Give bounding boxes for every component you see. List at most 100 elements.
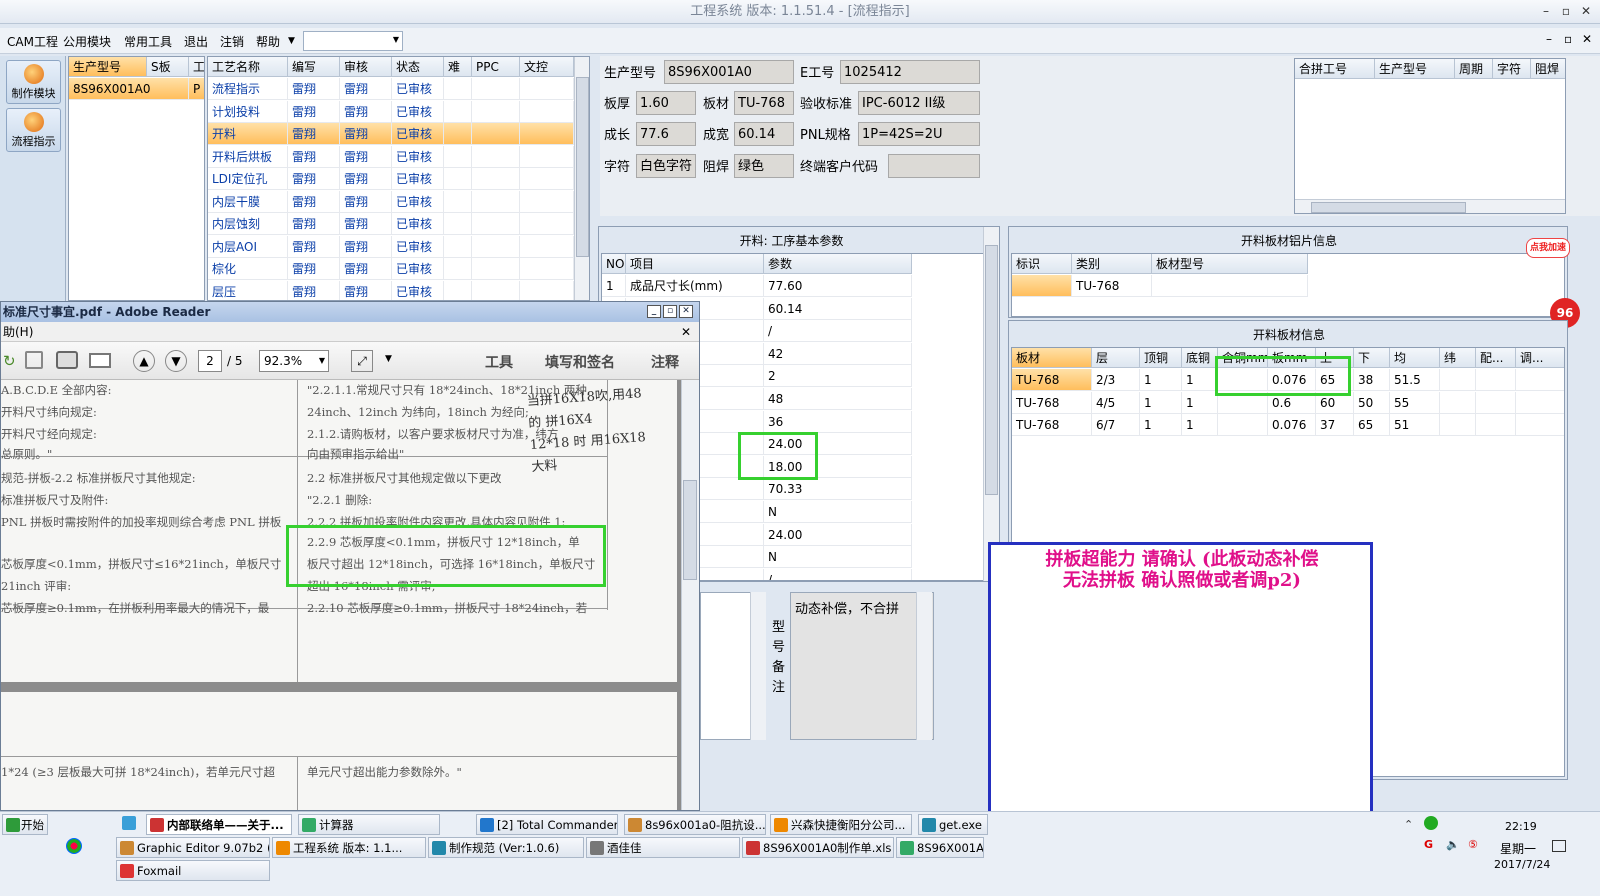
process-cell[interactable]: [444, 123, 472, 145]
col-header[interactable]: 调...: [1516, 348, 1564, 368]
col-header[interactable]: 项目: [626, 254, 764, 274]
process-cell[interactable]: 雷翔: [340, 190, 392, 213]
mail-icon[interactable]: [89, 353, 111, 368]
make-module-button[interactable]: 制作模块: [6, 60, 61, 104]
process-cell[interactable]: [444, 78, 472, 100]
mdi-minimize-button[interactable]: –: [1546, 32, 1552, 46]
pnl-field[interactable]: 1P=42S=2U: [858, 122, 980, 146]
fit-page-icon[interactable]: ⤢: [351, 350, 373, 372]
process-cell[interactable]: [472, 78, 520, 100]
mat-cell[interactable]: 1: [1182, 414, 1218, 437]
mat-cell[interactable]: TU-768: [1012, 414, 1092, 437]
clock-time[interactable]: 22:19: [1505, 820, 1537, 833]
process-cell[interactable]: [520, 168, 574, 190]
process-cell[interactable]: 已审核: [392, 213, 444, 235]
param-cell[interactable]: 77.60: [764, 275, 912, 297]
process-cell[interactable]: [520, 280, 574, 300]
col-header[interactable]: 类别: [1072, 254, 1152, 274]
taskbar-button[interactable]: 兴森快捷衡阳分公司...: [770, 814, 912, 835]
process-cell[interactable]: 开料后烘板: [208, 145, 288, 168]
process-cell[interactable]: [444, 190, 472, 213]
sheet-cell[interactable]: [1012, 275, 1072, 297]
process-cell[interactable]: 雷翔: [340, 100, 392, 123]
mat-cell[interactable]: 6/7: [1092, 414, 1140, 437]
process-cell[interactable]: 雷翔: [288, 100, 340, 123]
process-cell[interactable]: 雷翔: [340, 235, 392, 258]
process-cell[interactable]: [520, 145, 574, 168]
process-cell[interactable]: 雷翔: [288, 168, 340, 190]
mat-cell[interactable]: 2/3: [1092, 369, 1140, 391]
mdi-restore-button[interactable]: ▫: [1564, 32, 1572, 46]
param-cell[interactable]: 2: [764, 365, 912, 388]
col-header[interactable]: 文控: [520, 57, 574, 77]
clock-date[interactable]: 2017/7/24: [1494, 858, 1550, 871]
mat-cell[interactable]: 1: [1140, 391, 1182, 414]
menu-cam[interactable]: CAM工程: [7, 33, 58, 50]
process-cell[interactable]: [444, 168, 472, 190]
sign-button[interactable]: 填写和签名: [545, 352, 615, 372]
process-cell[interactable]: [472, 235, 520, 258]
col-header[interactable]: 标识: [1012, 254, 1072, 274]
mat-cell[interactable]: [1218, 414, 1268, 437]
mat-cell[interactable]: 1: [1182, 369, 1218, 391]
col-header[interactable]: 工艺名称: [208, 57, 288, 77]
mdi-close-button[interactable]: ✕: [1582, 32, 1592, 46]
process-cell[interactable]: 雷翔: [288, 258, 340, 280]
process-cell[interactable]: [444, 100, 472, 123]
col-header[interactable]: 层: [1092, 348, 1140, 368]
col-header[interactable]: 板材: [1012, 348, 1092, 368]
mat-cell[interactable]: [1476, 391, 1516, 414]
taskbar-button[interactable]: 8S96X001A0制作单.xls ...: [742, 837, 894, 858]
param-cell[interactable]: /: [764, 320, 912, 343]
param-cell[interactable]: 1: [602, 275, 626, 297]
maximize-button[interactable]: ▫: [1558, 4, 1574, 18]
quicklaunch-icon[interactable]: [122, 816, 136, 830]
prev-page-icon[interactable]: ▲: [133, 350, 155, 372]
process-cell[interactable]: 雷翔: [340, 258, 392, 280]
process-cell[interactable]: [444, 235, 472, 258]
pdf-doc-close-icon[interactable]: ✕: [681, 322, 691, 342]
page-input[interactable]: 2: [198, 350, 222, 372]
app-icon[interactable]: [66, 838, 82, 854]
col-header[interactable]: 板材型号: [1152, 254, 1308, 274]
param-cell[interactable]: 48: [764, 388, 912, 410]
process-cell[interactable]: 已审核: [392, 235, 444, 258]
mat-cell[interactable]: TU-768: [1012, 391, 1092, 414]
tray-expand-icon[interactable]: ⌃: [1404, 818, 1413, 831]
pdf-maximize-button[interactable]: ▫: [663, 305, 677, 318]
process-cell[interactable]: [472, 280, 520, 300]
tray-g-icon[interactable]: G: [1424, 838, 1433, 851]
col-header[interactable]: 阻焊: [1531, 59, 1565, 79]
pdf-viewport[interactable]: A.B.C.D.E 全部内容: 开料尺寸纬向规定: 开料尺寸经向规定: 总原则。…: [1, 380, 681, 810]
process-cell[interactable]: [444, 258, 472, 280]
taskbar-button[interactable]: 制作规范 (Ver:1.0.6): [428, 837, 584, 858]
scroll-thumb[interactable]: [576, 77, 589, 257]
process-cell[interactable]: [520, 235, 574, 258]
mat-cell[interactable]: [1440, 391, 1476, 414]
pdf-menu-help[interactable]: 助(H): [3, 322, 33, 342]
param-cell[interactable]: N: [764, 501, 912, 523]
mat-field[interactable]: TU-768: [734, 91, 794, 115]
process-cell[interactable]: 开料: [208, 123, 288, 145]
merge-hscroll[interactable]: [1295, 199, 1565, 213]
mat-cell[interactable]: 37: [1316, 414, 1354, 437]
process-cell[interactable]: 雷翔: [340, 280, 392, 300]
process-cell[interactable]: 计划投料: [208, 100, 288, 123]
mat-cell[interactable]: 51: [1390, 414, 1440, 437]
col-header[interactable]: 工: [189, 57, 204, 77]
close-button[interactable]: ✕: [1578, 4, 1594, 18]
mat-cell[interactable]: [1476, 414, 1516, 437]
process-cell[interactable]: 雷翔: [340, 78, 392, 100]
mat-cell[interactable]: 4/5: [1092, 391, 1140, 414]
param-cell[interactable]: /: [764, 568, 912, 580]
col-header[interactable]: 配...: [1476, 348, 1516, 368]
col-header[interactable]: 生产型号: [1375, 59, 1455, 79]
process-cell[interactable]: [472, 258, 520, 280]
menu-combo[interactable]: ▼: [303, 31, 403, 51]
mat-cell[interactable]: 65: [1354, 414, 1390, 437]
mat-cell[interactable]: TU-768: [1012, 369, 1092, 391]
next-page-icon[interactable]: ▼: [165, 350, 187, 372]
process-cell[interactable]: 已审核: [392, 190, 444, 213]
process-cell[interactable]: 雷翔: [288, 280, 340, 300]
flag-cell[interactable]: P: [189, 78, 204, 100]
